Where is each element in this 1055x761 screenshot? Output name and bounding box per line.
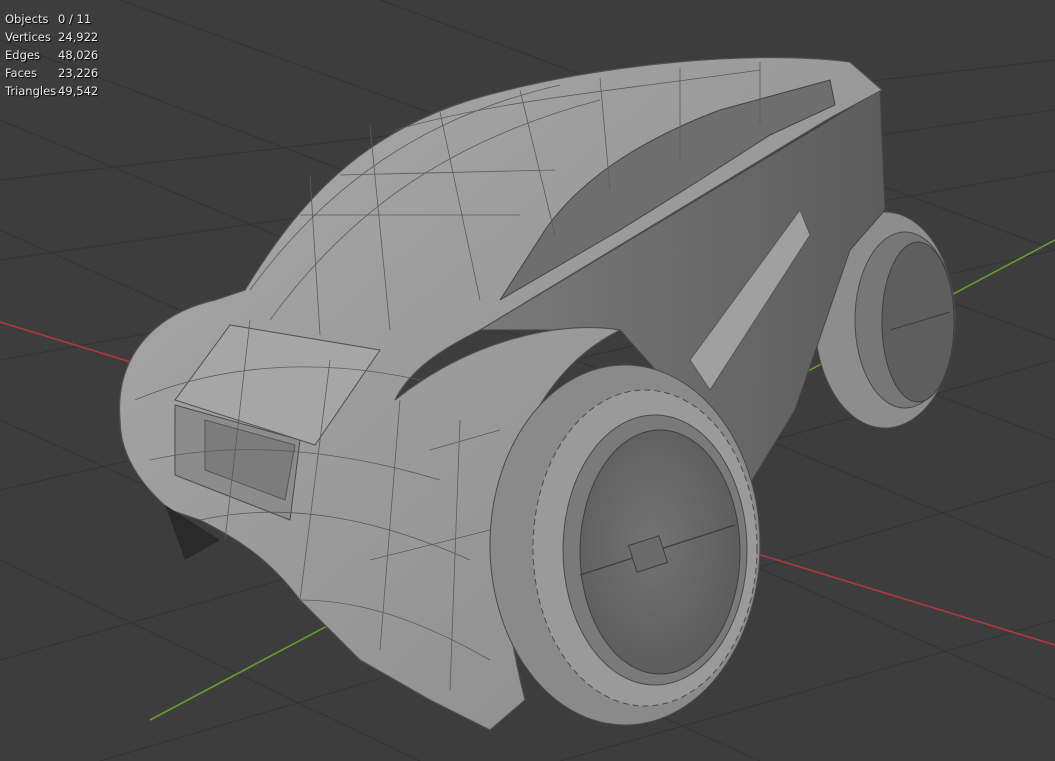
stat-row-triangles: Triangles 49,542 xyxy=(5,82,98,100)
stat-value: 24,922 xyxy=(58,30,99,44)
stat-row-edges: Edges 48,026 xyxy=(5,46,98,64)
stat-row-vertices: Vertices 24,922 xyxy=(5,28,98,46)
stat-label: Edges xyxy=(5,48,40,62)
front-wheel xyxy=(489,364,761,726)
car-mesh[interactable] xyxy=(118,56,956,731)
stat-label: Objects xyxy=(5,12,49,26)
stat-value: 48,026 xyxy=(58,48,99,62)
stat-label: Triangles xyxy=(5,84,57,98)
stat-value: 49,542 xyxy=(58,84,99,98)
viewport-scene[interactable] xyxy=(0,0,1055,761)
stat-row-faces: Faces 23,226 xyxy=(5,64,98,82)
stat-row-objects: Objects 0 / 11 xyxy=(5,10,98,28)
stat-label: Faces xyxy=(5,66,37,80)
stat-label: Vertices xyxy=(5,30,51,44)
stat-value: 23,226 xyxy=(58,66,99,80)
3d-viewport[interactable]: Objects 0 / 11 Vertices 24,922 Edges 48,… xyxy=(0,0,1055,761)
stat-value: 0 / 11 xyxy=(58,12,92,26)
statistics-overlay: Objects 0 / 11 Vertices 24,922 Edges 48,… xyxy=(5,10,98,100)
